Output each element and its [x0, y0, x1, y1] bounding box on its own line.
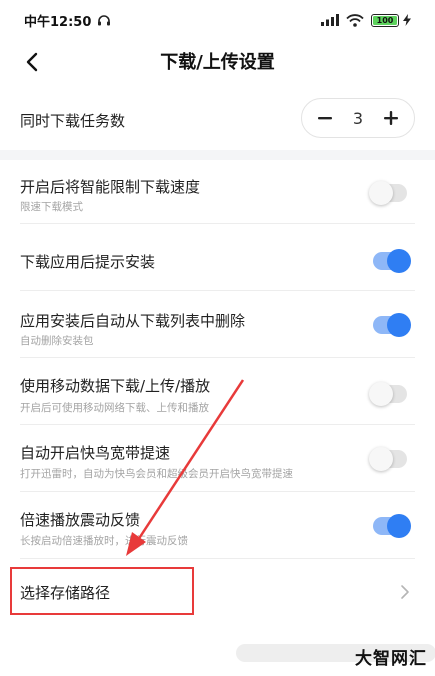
setting-subtitle: 限速下载模式: [20, 201, 83, 213]
setting-row-mobile-data: 使用移动数据下载/上传/播放 开启后可使用移动网络下载、上传和播放: [0, 361, 435, 425]
page-title: 下载/上传设置: [160, 52, 275, 73]
battery-indicator: 100: [371, 13, 399, 27]
increment-button[interactable]: [380, 107, 402, 129]
plus-icon: [384, 111, 398, 125]
battery-icon: 100: [371, 13, 399, 27]
setting-title: 开启后将智能限制下载速度: [20, 178, 201, 196]
watermark: 大智网汇: [355, 649, 427, 669]
setting-subtitle: 开启后可使用移动网络下载、上传和播放: [20, 402, 209, 414]
lightning-icon: [403, 14, 411, 26]
headphone-icon: [98, 15, 111, 26]
broadband-boost-toggle[interactable]: [369, 447, 407, 471]
setting-title: 应用安装后自动从下载列表中删除: [20, 312, 246, 330]
setting-title: 使用移动数据下载/上传/播放: [20, 377, 211, 395]
status-left: 中午12:50: [24, 11, 111, 30]
cellular-signal-icon: [321, 14, 339, 26]
setting-subtitle: 自动删除安装包: [20, 335, 94, 347]
speed-limit-toggle[interactable]: [369, 181, 407, 205]
setting-row-haptic-feedback: 倍速播放震动反馈 长按启动倍速播放时，进行震动反馈: [0, 495, 435, 559]
setting-title: 下载应用后提示安装: [20, 253, 156, 271]
setting-row-install-prompt: 下载应用后提示安装: [0, 227, 435, 291]
status-time: 中午12:50: [24, 14, 92, 30]
concurrent-downloads-row: 同时下载任务数 3: [0, 94, 435, 146]
header: 下载/上传设置: [0, 40, 435, 82]
setting-row-speed-limit: 开启后将智能限制下载速度 限速下载模式: [0, 160, 435, 224]
setting-row-auto-delete: 应用安装后自动从下载列表中删除 自动删除安装包: [0, 294, 435, 358]
chevron-right-icon: [401, 585, 409, 599]
setting-title: 自动开启快鸟宽带提速: [20, 444, 171, 462]
section-divider: [0, 150, 435, 160]
storage-path-label: 选择存储路径: [20, 584, 111, 602]
setting-subtitle: 打开迅雷时，自动为快鸟会员和超级会员开启快鸟宽带提速: [20, 468, 293, 480]
install-prompt-toggle[interactable]: [373, 249, 411, 273]
haptic-feedback-toggle[interactable]: [373, 514, 411, 538]
storage-path-row[interactable]: 选择存储路径: [0, 560, 435, 624]
setting-subtitle: 长按启动倍速播放时，进行震动反馈: [20, 535, 188, 547]
download-count-stepper: 3: [301, 98, 415, 138]
concurrent-downloads-label: 同时下载任务数: [20, 111, 126, 130]
status-bar: 中午12:50 100: [0, 0, 435, 40]
wifi-icon: [346, 13, 364, 27]
mobile-data-toggle[interactable]: [369, 382, 407, 406]
status-right: 100: [321, 13, 411, 27]
chevron-left-icon[interactable]: [18, 48, 46, 76]
stepper-value: 3: [352, 108, 364, 128]
setting-row-broadband-boost: 自动开启快鸟宽带提速 打开迅雷时，自动为快鸟会员和超级会员开启快鸟宽带提速: [0, 428, 435, 492]
battery-level: 100: [376, 15, 394, 25]
setting-title: 倍速播放震动反馈: [20, 511, 141, 529]
decrement-button[interactable]: [314, 107, 336, 129]
minus-icon: [318, 117, 332, 120]
auto-delete-toggle[interactable]: [373, 313, 411, 337]
